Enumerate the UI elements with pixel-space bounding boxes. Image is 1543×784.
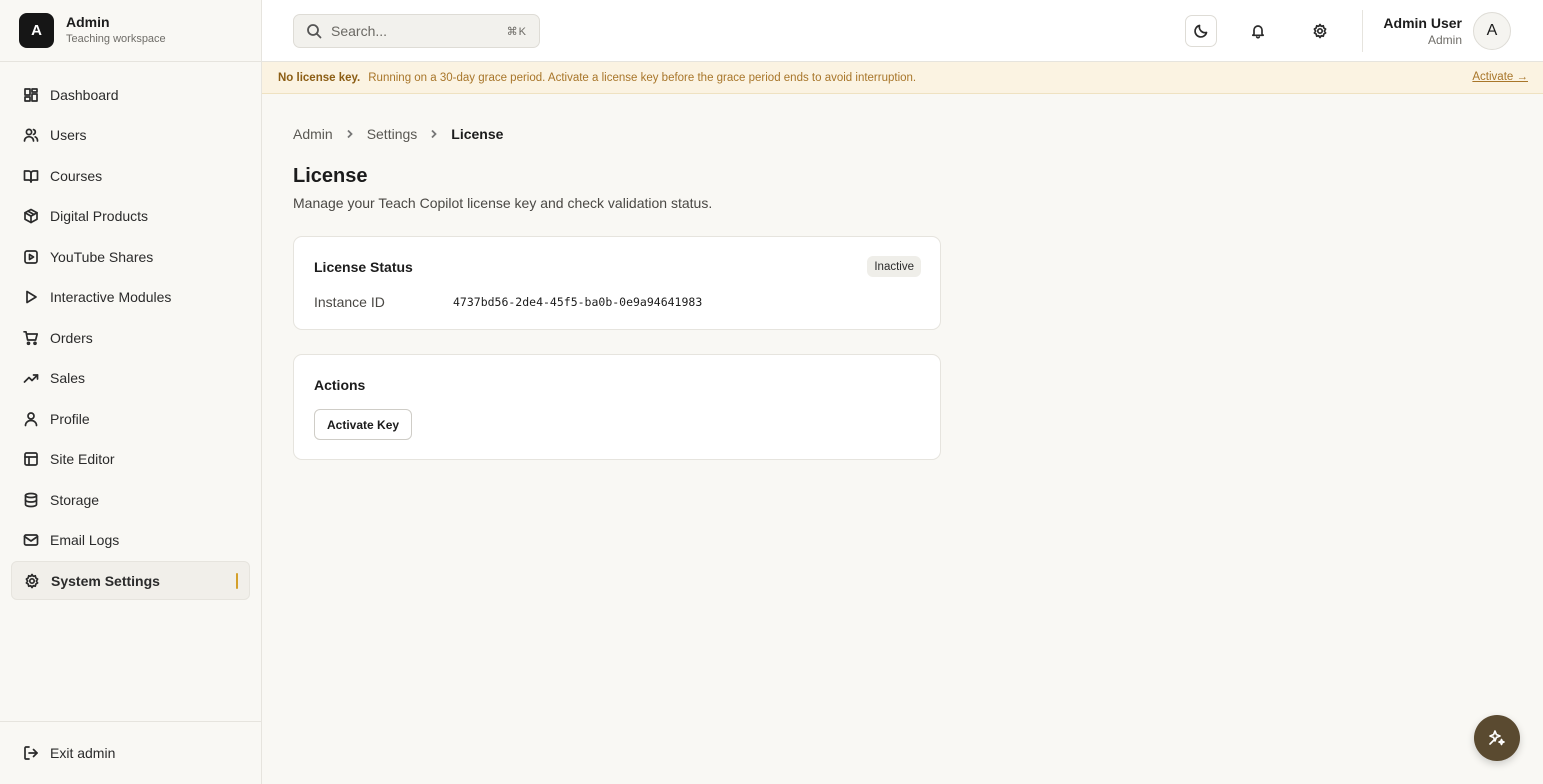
- sidebar-item-system-settings[interactable]: System Settings: [11, 561, 250, 600]
- banner-activate-link[interactable]: Activate →: [1472, 71, 1528, 83]
- license-status-title: License Status: [314, 259, 413, 275]
- package-icon: [23, 208, 39, 224]
- page-title: License: [293, 165, 368, 187]
- instance-id-label: Instance ID: [314, 294, 385, 310]
- gear-icon: [24, 573, 40, 589]
- sidebar-item-label: Digital Products: [50, 208, 149, 224]
- sidebar-item-label: Dashboard: [50, 86, 119, 103]
- active-indicator: [236, 573, 238, 589]
- user-icon: [23, 411, 39, 427]
- banner-message: Running on a 30-day grace period. Activa…: [368, 71, 917, 84]
- sidebar-item-label: Courses: [50, 167, 103, 184]
- sidebar-item-youtube-shares[interactable]: YouTube Shares: [11, 237, 250, 276]
- user-role: Admin: [1427, 33, 1462, 47]
- brand: A Admin Teaching workspace: [0, 0, 261, 62]
- sparkles-icon: [1489, 730, 1505, 746]
- sidebar-item-storage[interactable]: Storage: [11, 480, 250, 519]
- sidebar-item-sales[interactable]: Sales: [11, 359, 250, 398]
- header-divider: [1362, 10, 1363, 52]
- search-input[interactable]: Search... ⌘K: [293, 14, 540, 48]
- breadcrumb: Admin Settings License: [293, 126, 503, 142]
- sidebar-item-label: Storage: [50, 491, 100, 508]
- logout-icon: [24, 746, 38, 760]
- license-warning-banner: No license key. Running on a 30-day grac…: [262, 62, 1543, 94]
- sidebar: A Admin Teaching workspace Dashboard Use…: [0, 0, 262, 784]
- sidebar-nav: Dashboard Users Courses Digital Products…: [11, 75, 250, 602]
- users-icon: [23, 127, 39, 143]
- sidebar-item-label: Users: [50, 127, 87, 143]
- layout-icon: [23, 451, 39, 467]
- actions-card: Actions Activate Key: [293, 354, 941, 460]
- sidebar-item-dashboard[interactable]: Dashboard: [11, 75, 250, 114]
- ai-assistant-button[interactable]: [1474, 715, 1520, 761]
- top-header: Search... ⌘K Admin User Admin A: [262, 0, 1543, 62]
- trending-up-icon: [23, 370, 39, 386]
- breadcrumb-admin[interactable]: Admin: [293, 126, 333, 142]
- gear-icon: [1313, 23, 1327, 39]
- sidebar-item-interactive-modules[interactable]: Interactive Modules: [11, 278, 250, 317]
- sidebar-item-site-editor[interactable]: Site Editor: [11, 440, 250, 479]
- settings-button[interactable]: [1304, 15, 1336, 47]
- database-icon: [23, 492, 39, 508]
- mail-icon: [23, 532, 39, 548]
- brand-logo: A: [19, 13, 54, 48]
- brand-subtitle: Teaching workspace: [66, 33, 166, 45]
- brand-title: Admin: [66, 14, 110, 30]
- sidebar-item-label: System Settings: [51, 572, 160, 589]
- sidebar-item-email-logs[interactable]: Email Logs: [11, 521, 250, 560]
- cart-icon: [23, 330, 39, 346]
- chevron-right-icon: [429, 129, 439, 139]
- breadcrumb-settings[interactable]: Settings: [367, 126, 418, 142]
- exit-admin-label: Exit admin: [50, 745, 116, 761]
- notifications-button[interactable]: [1242, 15, 1274, 47]
- sidebar-item-label: Interactive Modules: [50, 289, 172, 305]
- moon-icon: [1194, 24, 1208, 38]
- theme-toggle-button[interactable]: [1185, 15, 1217, 47]
- search-placeholder: Search...: [331, 23, 388, 39]
- dashboard-icon: [23, 87, 39, 103]
- instance-id-value: 4737bd56-2de4-45f5-ba0b-0e9a94641983: [453, 295, 703, 309]
- sidebar-item-label: Orders: [50, 329, 93, 346]
- sidebar-item-label: Email Logs: [50, 532, 120, 548]
- sidebar-item-users[interactable]: Users: [11, 116, 250, 155]
- exit-admin-button[interactable]: Exit admin: [23, 745, 115, 761]
- play-icon: [23, 289, 39, 305]
- sidebar-item-orders[interactable]: Orders: [11, 318, 250, 357]
- avatar[interactable]: A: [1473, 12, 1511, 50]
- chevron-right-icon: [345, 129, 355, 139]
- search-icon: [307, 24, 322, 39]
- sidebar-item-label: Profile: [50, 410, 90, 427]
- sidebar-item-courses[interactable]: Courses: [11, 156, 250, 195]
- sidebar-item-label: Sales: [50, 370, 86, 386]
- search-shortcut: ⌘K: [506, 25, 527, 38]
- sidebar-item-label: Site Editor: [50, 451, 115, 467]
- video-icon: [23, 249, 39, 265]
- bell-icon: [1251, 25, 1265, 39]
- banner-title: No license key.: [278, 71, 361, 84]
- activate-key-button[interactable]: Activate Key: [314, 409, 413, 440]
- user-name: Admin User: [1383, 15, 1462, 31]
- breadcrumb-license: License: [451, 126, 504, 142]
- sidebar-item-digital-products[interactable]: Digital Products: [11, 197, 250, 236]
- book-icon: [23, 168, 39, 184]
- sidebar-footer: Exit admin: [0, 721, 261, 784]
- actions-title: Actions: [314, 377, 366, 393]
- status-badge: Inactive: [867, 256, 921, 277]
- sidebar-item-profile[interactable]: Profile: [11, 399, 250, 438]
- license-status-card: License Status Inactive Instance ID 4737…: [293, 236, 941, 330]
- page-description: Manage your Teach Copilot license key an…: [293, 195, 713, 211]
- sidebar-item-label: YouTube Shares: [50, 248, 154, 265]
